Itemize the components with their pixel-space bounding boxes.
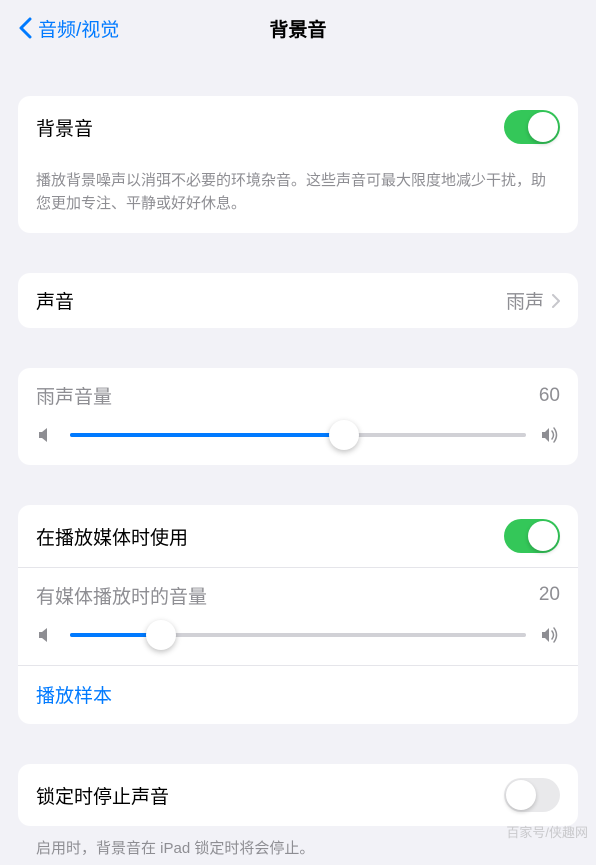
- speaker-max-icon: [540, 625, 560, 645]
- back-label: 音频/视觉: [38, 15, 119, 42]
- background-sound-group: 背景音 播放背景噪声以消弭不必要的环境杂音。这些声音可最大限度地减少干扰，助您更…: [18, 96, 578, 233]
- slider-thumb[interactable]: [146, 620, 176, 650]
- play-sample-button[interactable]: 播放样本: [18, 665, 578, 724]
- toggle-knob: [528, 112, 558, 142]
- sound-group: 声音 雨声: [18, 273, 578, 328]
- media-volume-row: 有媒体播放时的音量 20: [18, 568, 578, 665]
- rain-volume-value: 60: [539, 385, 560, 407]
- page-title: 背景音: [269, 15, 326, 42]
- media-volume-value: 20: [539, 584, 560, 606]
- header: 音频/视觉 背景音: [0, 0, 596, 56]
- background-sound-toggle[interactable]: [504, 110, 560, 144]
- rain-volume-row: 雨声音量 60: [18, 368, 578, 465]
- use-with-media-row: 在播放媒体时使用: [18, 505, 578, 567]
- media-volume-label: 有媒体播放时的音量: [36, 582, 207, 609]
- lock-group: 锁定时停止声音: [18, 764, 578, 826]
- rain-volume-slider[interactable]: [36, 425, 560, 445]
- stop-on-lock-toggle[interactable]: [504, 778, 560, 812]
- slider-track: [70, 433, 526, 437]
- slider-fill: [70, 433, 344, 437]
- sound-value-wrap: 雨声: [506, 287, 560, 314]
- stop-on-lock-label: 锁定时停止声音: [36, 782, 169, 809]
- speaker-max-icon: [540, 425, 560, 445]
- use-with-media-toggle[interactable]: [504, 519, 560, 553]
- background-sound-row: 背景音: [18, 96, 578, 158]
- stop-on-lock-description: 启用时，背景音在 iPad 锁定时将会停止。: [18, 834, 578, 865]
- background-sound-description: 播放背景噪声以消弭不必要的环境杂音。这些声音可最大限度地减少干扰，助您更加专注、…: [18, 158, 578, 233]
- slider-track: [70, 633, 526, 637]
- volume-group: 雨声音量 60: [18, 368, 578, 465]
- speaker-min-icon: [36, 425, 56, 445]
- toggle-knob: [506, 780, 536, 810]
- sound-value: 雨声: [506, 287, 544, 314]
- speaker-min-icon: [36, 625, 56, 645]
- toggle-knob: [528, 521, 558, 551]
- media-group: 在播放媒体时使用 有媒体播放时的音量 20: [18, 505, 578, 724]
- watermark: 百家号/侠趣网: [506, 822, 588, 841]
- background-sound-label: 背景音: [36, 114, 93, 141]
- back-button[interactable]: 音频/视觉: [18, 15, 119, 42]
- rain-volume-label: 雨声音量: [36, 382, 112, 409]
- slider-thumb[interactable]: [329, 420, 359, 450]
- sound-label: 声音: [36, 287, 74, 314]
- stop-on-lock-row: 锁定时停止声音: [18, 764, 578, 826]
- media-volume-slider[interactable]: [36, 625, 560, 645]
- chevron-left-icon: [18, 17, 32, 39]
- content: 背景音 播放背景噪声以消弭不必要的环境杂音。这些声音可最大限度地减少干扰，助您更…: [0, 56, 596, 865]
- chevron-right-icon: [552, 294, 560, 308]
- use-with-media-label: 在播放媒体时使用: [36, 523, 188, 550]
- sound-row[interactable]: 声音 雨声: [18, 273, 578, 328]
